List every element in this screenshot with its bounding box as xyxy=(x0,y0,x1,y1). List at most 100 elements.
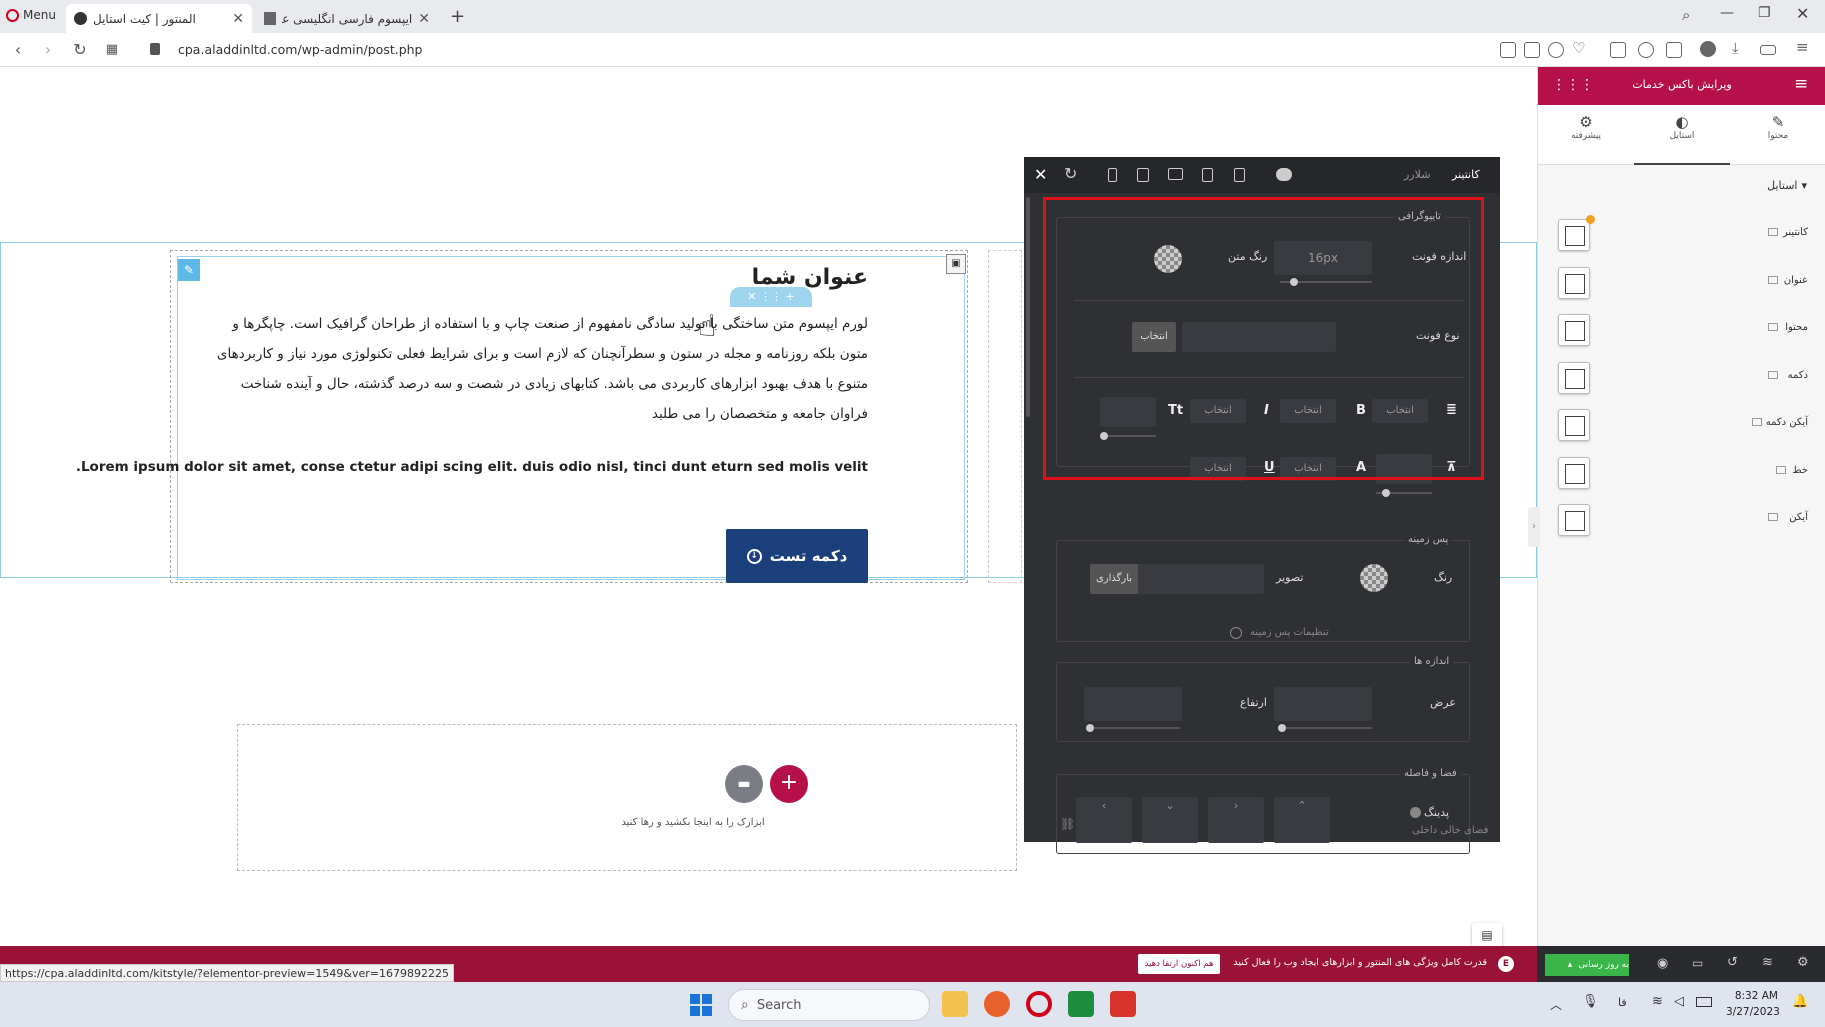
clock-time[interactable]: 8:32 AM xyxy=(1730,990,1778,1002)
style-item-button-icon[interactable]: آیکن دکمه xyxy=(1538,405,1825,445)
padding-bottom-input[interactable]: ⌄ xyxy=(1142,797,1198,843)
close-panel-icon[interactable]: ✕ xyxy=(1034,165,1047,184)
tab-style[interactable]: ◐ استایل xyxy=(1634,113,1730,165)
battery-taskbar-icon[interactable] xyxy=(1696,997,1712,1007)
url-field[interactable]: cpa.aladdinltd.com/wp-admin/post.php xyxy=(178,42,423,57)
hamburger-icon[interactable]: ≡ xyxy=(1794,74,1808,94)
help-icon[interactable] xyxy=(1410,807,1421,818)
windows-start-icon[interactable] xyxy=(690,994,712,1016)
tablet-icon[interactable] xyxy=(1137,168,1149,182)
restore-icon[interactable]: ❐ xyxy=(1758,5,1771,21)
caret-up-icon[interactable]: ▴ xyxy=(1568,960,1573,970)
tab-lorem[interactable]: ایپسوم فارسی انگلیسی عربی | ... ✕ xyxy=(256,4,438,33)
style-item-heading[interactable]: عنوان xyxy=(1538,263,1825,303)
taskbar-search[interactable]: ⌕ Search xyxy=(728,989,930,1021)
battery-icon[interactable] xyxy=(1760,45,1776,55)
style-item-icon[interactable]: آیکن xyxy=(1538,500,1825,540)
opera-taskbar-icon[interactable] xyxy=(1026,991,1052,1017)
add-section-icon[interactable]: + xyxy=(770,765,808,803)
edit-style-icon[interactable] xyxy=(1558,362,1590,394)
bg-settings-label[interactable]: تنظیمات پس زمینه xyxy=(1250,627,1329,638)
notes-icon[interactable]: ▤ xyxy=(1472,923,1502,947)
toggle-icon[interactable] xyxy=(1276,168,1292,181)
panel-tab-other[interactable]: شلارر xyxy=(1404,168,1430,181)
forward-icon[interactable]: › xyxy=(38,40,58,60)
send-icon[interactable] xyxy=(1500,42,1516,58)
adjacent-column[interactable] xyxy=(988,250,1022,583)
reload-icon[interactable]: ↻ xyxy=(70,40,90,60)
height-slider[interactable] xyxy=(1086,724,1180,732)
style-section-header[interactable]: ▾ استایل xyxy=(1767,179,1807,192)
notification-bell-icon[interactable]: 🔔 xyxy=(1792,994,1808,1009)
tab-content[interactable]: ✎ محتوا xyxy=(1730,113,1825,141)
navigator-icon[interactable]: ≋ xyxy=(1762,955,1773,970)
close-tab-icon[interactable]: ✕ xyxy=(232,11,244,27)
volume-icon[interactable]: ◁ xyxy=(1674,994,1684,1009)
padding-top-input[interactable]: ⌃ xyxy=(1274,797,1330,843)
back-icon[interactable]: ‹ xyxy=(8,40,28,60)
box-icon[interactable] xyxy=(1666,42,1682,58)
file-explorer-icon[interactable] xyxy=(942,991,968,1017)
edit-style-icon[interactable] xyxy=(1558,457,1590,489)
padding-left-input[interactable]: ‹ xyxy=(1076,797,1132,843)
easy-setup-icon[interactable]: ≡ xyxy=(1796,38,1809,56)
style-item-content[interactable]: محتوا xyxy=(1538,310,1825,350)
style-item-button[interactable]: دکمه xyxy=(1538,358,1825,398)
clock-date[interactable]: 3/27/2023 xyxy=(1726,1006,1780,1018)
recorder-icon[interactable] xyxy=(1110,991,1136,1017)
camera-icon[interactable] xyxy=(1524,42,1540,58)
column-handle-icon[interactable]: ▣ xyxy=(946,254,966,274)
speed-dial-icon[interactable]: ▦ xyxy=(102,40,122,60)
microphone-icon[interactable]: 🎙 xyxy=(1582,994,1599,1009)
wifi-icon[interactable]: ≋ xyxy=(1652,994,1663,1009)
bg-color-swatch[interactable] xyxy=(1360,564,1388,592)
edit-style-icon[interactable] xyxy=(1558,219,1590,251)
panel-tab-container[interactable]: کانتینر xyxy=(1452,168,1480,181)
bg-image-input[interactable] xyxy=(1124,564,1264,594)
chevron-up-icon[interactable]: ︿ xyxy=(1550,996,1562,1013)
edit-widget-icon[interactable]: ✎ xyxy=(178,259,200,281)
test-button[interactable]: ↓ دکمه تست xyxy=(726,529,868,583)
desktop-icon[interactable] xyxy=(1168,168,1183,180)
responsive-icon[interactable]: ▭ xyxy=(1692,956,1703,970)
style-item-container[interactable]: کانتینر xyxy=(1538,215,1825,255)
height-input[interactable] xyxy=(1084,687,1182,721)
search-tabs-icon[interactable]: ⌕ xyxy=(1682,6,1690,24)
services-box-widget[interactable]: ✎ ▣ عنوان شما لورم ایپسوم متن ساختگی با … xyxy=(76,250,968,583)
refresh-icon[interactable]: ↻ xyxy=(1064,164,1077,183)
copy-icon[interactable] xyxy=(1234,168,1245,182)
upgrade-now-button[interactable]: هم اکنون ارتقا دهید xyxy=(1138,954,1220,974)
bg-settings-toggle-icon[interactable] xyxy=(1230,627,1242,639)
vpn-icon[interactable] xyxy=(1638,42,1654,58)
shield-icon[interactable] xyxy=(1610,42,1626,58)
opera-menu-button[interactable]: Menu xyxy=(6,8,56,22)
mobile-icon[interactable] xyxy=(1108,168,1117,182)
firefox-icon[interactable] xyxy=(984,991,1010,1017)
upload-button[interactable]: بارگذاری xyxy=(1090,564,1138,594)
close-window-icon[interactable]: ✕ xyxy=(1796,4,1809,23)
width-slider[interactable] xyxy=(1278,724,1372,732)
edit-style-icon[interactable] xyxy=(1558,267,1590,299)
block-icon[interactable] xyxy=(1548,42,1564,58)
profile-icon[interactable] xyxy=(1700,41,1716,57)
minimize-icon[interactable]: — xyxy=(1720,5,1734,21)
edit-style-icon[interactable] xyxy=(1558,314,1590,346)
language-indicator[interactable]: فا xyxy=(1618,996,1627,1009)
edit-style-icon[interactable] xyxy=(1558,409,1590,441)
history-icon[interactable]: ↺ xyxy=(1727,955,1738,970)
template-folder-icon[interactable]: ▬ xyxy=(725,765,763,803)
drop-zone[interactable]: ▬ + ابزارک را به اینجا بکشید و رها کنید xyxy=(237,724,1017,871)
page-icon[interactable] xyxy=(1202,168,1213,182)
width-input[interactable] xyxy=(1274,687,1372,721)
letter-spacing-slider[interactable] xyxy=(1376,489,1432,497)
panel-scrollbar[interactable] xyxy=(1026,197,1030,417)
link-values-icon[interactable]: ⛓ xyxy=(1060,817,1075,831)
style-item-line[interactable]: خط xyxy=(1538,453,1825,493)
download-icon[interactable]: ⤓ xyxy=(1732,39,1739,57)
edit-style-icon[interactable] xyxy=(1558,504,1590,536)
tab-elementor[interactable]: المنتور | کیت استایل ✕ xyxy=(66,4,252,33)
padding-right-input[interactable]: › xyxy=(1208,797,1264,843)
new-tab-button[interactable]: + xyxy=(450,6,465,27)
settings-icon[interactable]: ⚙ xyxy=(1797,955,1809,970)
tab-advanced[interactable]: ⚙ پیشرفته xyxy=(1538,113,1634,141)
